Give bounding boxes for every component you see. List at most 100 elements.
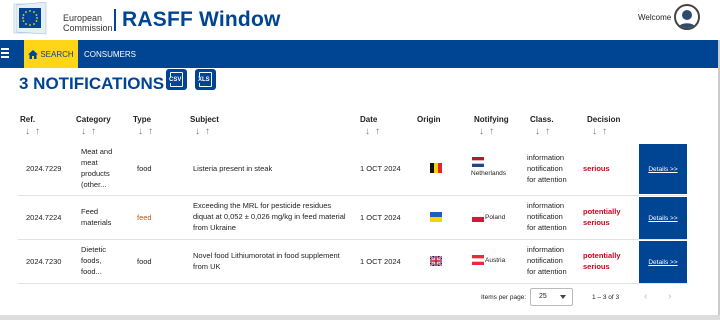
- details-button[interactable]: Details >>: [639, 241, 687, 283]
- category-line: food...: [81, 267, 102, 276]
- class-line: for attention: [527, 175, 567, 184]
- class-line: notification: [527, 164, 563, 173]
- subject-line: diquat at 0,052 ± 0,026 mg/kg in feed ma…: [193, 212, 346, 221]
- app-title[interactable]: RASFF Window: [122, 8, 281, 32]
- notifications-panel: 3 NOTIFICATIONS CSV XLS Ref. Category Ty…: [0, 68, 718, 320]
- decision-line: serious: [583, 262, 610, 271]
- items-per-page-label: Items per page:: [481, 294, 527, 301]
- welcome-label: Welcome: [638, 13, 672, 22]
- home-icon: [28, 49, 39, 59]
- rasff-window-page: European Commission RASFF Window Welcome…: [0, 0, 720, 320]
- organization-name: European Commission: [63, 13, 113, 33]
- class-line: notification: [527, 256, 563, 265]
- belgium-flag-icon: [430, 163, 442, 173]
- notifying-country: Netherlands: [471, 170, 507, 177]
- column-header-decision: Decision: [587, 115, 621, 124]
- type-cell: food: [137, 164, 152, 173]
- ukraine-flag-icon: [430, 212, 442, 222]
- austria-flag-icon: [472, 255, 484, 265]
- horizontal-scrollbar[interactable]: [0, 315, 720, 320]
- category-line: Dietetic: [81, 245, 107, 254]
- org-line-1: European: [63, 13, 103, 23]
- ref-cell: 2024.7224: [26, 213, 62, 222]
- subject-cell: Novel food Lithiumorotat in food supplem…: [193, 250, 340, 272]
- sort-date-arrows-icon[interactable]: ↓↑: [365, 126, 385, 137]
- category-line: meat: [81, 158, 98, 167]
- details-button[interactable]: Details >>: [639, 197, 687, 239]
- class-line: for attention: [527, 267, 567, 276]
- items-per-page-select[interactable]: 25: [530, 288, 573, 306]
- category-line: foods,: [81, 256, 102, 265]
- date-cell: 1 OCT 2024: [360, 164, 401, 173]
- header-divider: [114, 9, 116, 31]
- category-line: products: [81, 169, 110, 178]
- subject-line: Novel food Lithiumorotat in food supplem…: [193, 251, 340, 260]
- subject-cell: Exceeding the MRL for pesticide residues…: [193, 200, 346, 233]
- nav-tab-search[interactable]: SEARCH: [24, 40, 78, 68]
- sort-notifying-arrows-icon[interactable]: ↓↑: [479, 126, 499, 137]
- class-cell: information notification for attention: [527, 152, 567, 185]
- class-cell: information notification for attention: [527, 200, 567, 233]
- sort-class-arrows-icon[interactable]: ↓↑: [535, 126, 555, 137]
- united-kingdom-flag-icon: [430, 256, 442, 266]
- decision-cell: serious: [583, 163, 610, 174]
- download-csv-button[interactable]: CSV: [166, 69, 187, 90]
- category-cell: Meat and meat products (other...: [81, 146, 112, 190]
- column-header-notifying: Notifying: [474, 115, 509, 124]
- netherlands-flag-icon: [472, 157, 484, 167]
- category-cell: Dietetic foods, food...: [81, 244, 106, 277]
- column-header-date: Date: [360, 115, 378, 124]
- details-link[interactable]: Details >>: [648, 259, 677, 266]
- site-header: European Commission RASFF Window Welcome: [0, 0, 720, 40]
- row-divider: [18, 283, 687, 284]
- sort-category-arrows-icon[interactable]: ↓↑: [81, 126, 101, 137]
- subject-cell: Listeria present in steak: [193, 163, 272, 174]
- category-line: (other...: [81, 180, 107, 189]
- subject-line: from UK: [193, 262, 221, 271]
- chevron-down-icon: [560, 295, 566, 299]
- page-title: 3 NOTIFICATIONS: [19, 74, 165, 93]
- sort-ref-arrows-icon[interactable]: ↓↑: [25, 126, 45, 137]
- column-header-ref: Ref.: [20, 115, 36, 124]
- details-button[interactable]: Details >>: [639, 144, 687, 194]
- category-cell: Feed materials: [81, 206, 111, 228]
- decision-line: serious: [583, 164, 610, 173]
- pagination-range: 1 – 3 of 3: [592, 294, 620, 301]
- sort-subject-arrows-icon[interactable]: ↓↑: [195, 126, 215, 137]
- csv-file-icon: CSV: [168, 72, 183, 87]
- table-row[interactable]: 2024.7230 Dietetic foods, food... food N…: [18, 240, 687, 283]
- xls-file-icon: XLS: [197, 72, 212, 87]
- column-header-subject: Subject: [190, 115, 219, 124]
- download-xls-button[interactable]: XLS: [195, 69, 216, 90]
- csv-label: CSV: [168, 77, 183, 83]
- table-row[interactable]: 2024.7224 Feed materials feed Exceeding …: [18, 196, 687, 239]
- menu-icon[interactable]: [1, 48, 9, 60]
- class-line: notification: [527, 212, 563, 221]
- decision-cell: potentially serious: [583, 206, 621, 228]
- column-header-origin: Origin: [417, 115, 441, 124]
- table-row[interactable]: 2024.7229 Meat and meat products (other.…: [18, 141, 687, 195]
- column-header-type: Type: [133, 115, 152, 124]
- column-header-category: Category: [76, 115, 111, 124]
- date-cell: 1 OCT 2024: [360, 257, 401, 266]
- user-avatar-icon[interactable]: [674, 4, 700, 30]
- ref-cell: 2024.7229: [26, 164, 62, 173]
- type-cell: food: [137, 257, 152, 266]
- class-line: information: [527, 245, 565, 254]
- european-commission-logo[interactable]: [10, 2, 60, 36]
- notifying-country: Poland: [485, 214, 506, 221]
- previous-page-icon[interactable]: ‹: [644, 291, 647, 302]
- details-link[interactable]: Details >>: [648, 166, 677, 173]
- ref-cell: 2024.7230: [26, 257, 62, 266]
- items-per-page-value: 25: [539, 293, 547, 300]
- sort-type-arrows-icon[interactable]: ↓↑: [138, 126, 158, 137]
- details-link[interactable]: Details >>: [648, 215, 677, 222]
- nav-tab-consumers[interactable]: CONSUMERS: [84, 50, 136, 59]
- subject-line: Listeria present in steak: [193, 164, 273, 173]
- sort-decision-arrows-icon[interactable]: ↓↑: [592, 126, 612, 137]
- date-cell: 1 OCT 2024: [360, 213, 401, 222]
- next-page-icon[interactable]: ›: [668, 291, 671, 302]
- class-line: information: [527, 201, 565, 210]
- org-line-2: Commission: [63, 23, 113, 33]
- nav-search-label: SEARCH: [40, 49, 74, 59]
